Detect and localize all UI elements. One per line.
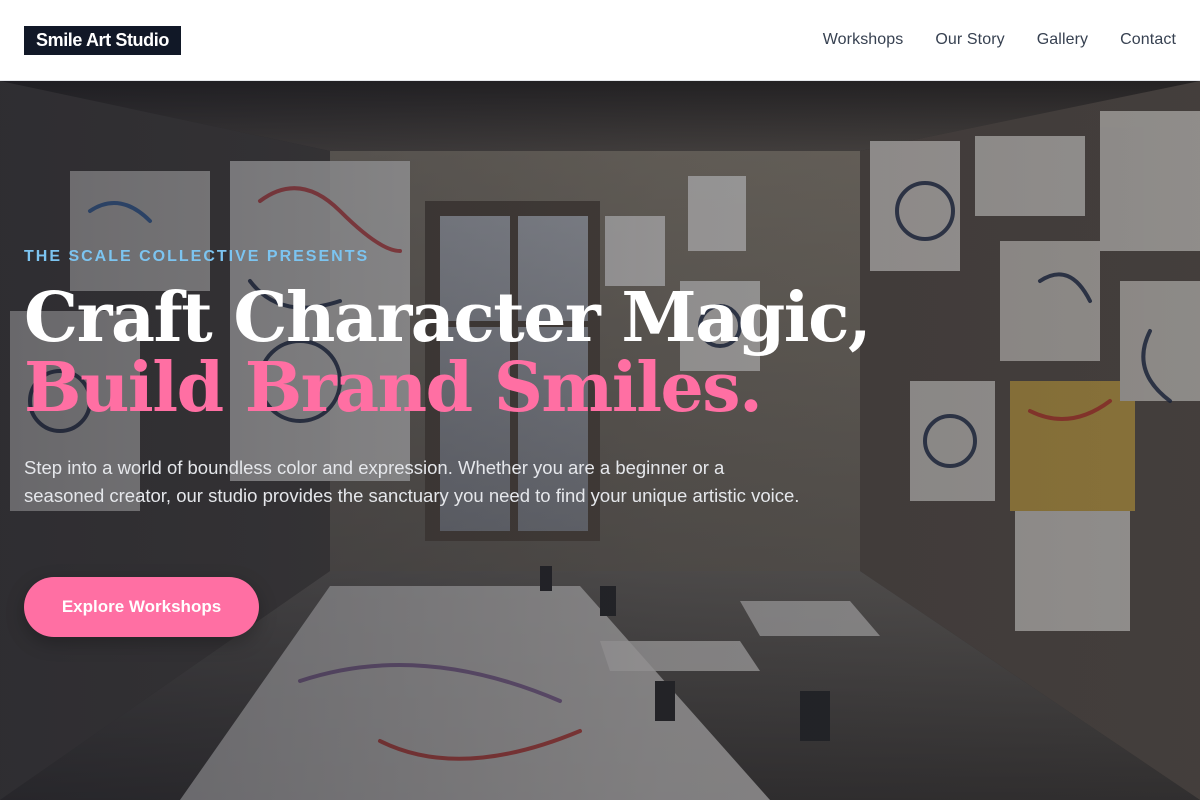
hero-description: Step into a world of boundless color and…	[24, 457, 800, 506]
nav-link-workshops[interactable]: Workshops	[823, 31, 904, 49]
headline-line-2: Build Brand Smiles.	[24, 348, 763, 428]
headline-line-1: Craft Character Magic,	[24, 278, 872, 358]
explore-workshops-button[interactable]: Explore Workshops	[24, 577, 259, 637]
nav-link-gallery[interactable]: Gallery	[1037, 31, 1088, 49]
hero-overlay	[0, 81, 1200, 800]
main-nav: Workshops Our Story Gallery Contact	[823, 31, 1176, 49]
site-header: Smile Art Studio Workshops Our Story Gal…	[0, 0, 1200, 81]
nav-link-contact[interactable]: Contact	[1120, 31, 1176, 49]
logo[interactable]: Smile Art Studio	[24, 25, 181, 55]
hero-eyebrow: THE SCALE COLLECTIVE PRESENTS	[24, 248, 370, 265]
hero-section: THE SCALE COLLECTIVE PRESENTS Craft Char…	[0, 81, 1200, 800]
nav-link-our-story[interactable]: Our Story	[935, 31, 1004, 49]
hero-headline: Craft Character Magic, Build Brand Smile…	[24, 278, 872, 428]
